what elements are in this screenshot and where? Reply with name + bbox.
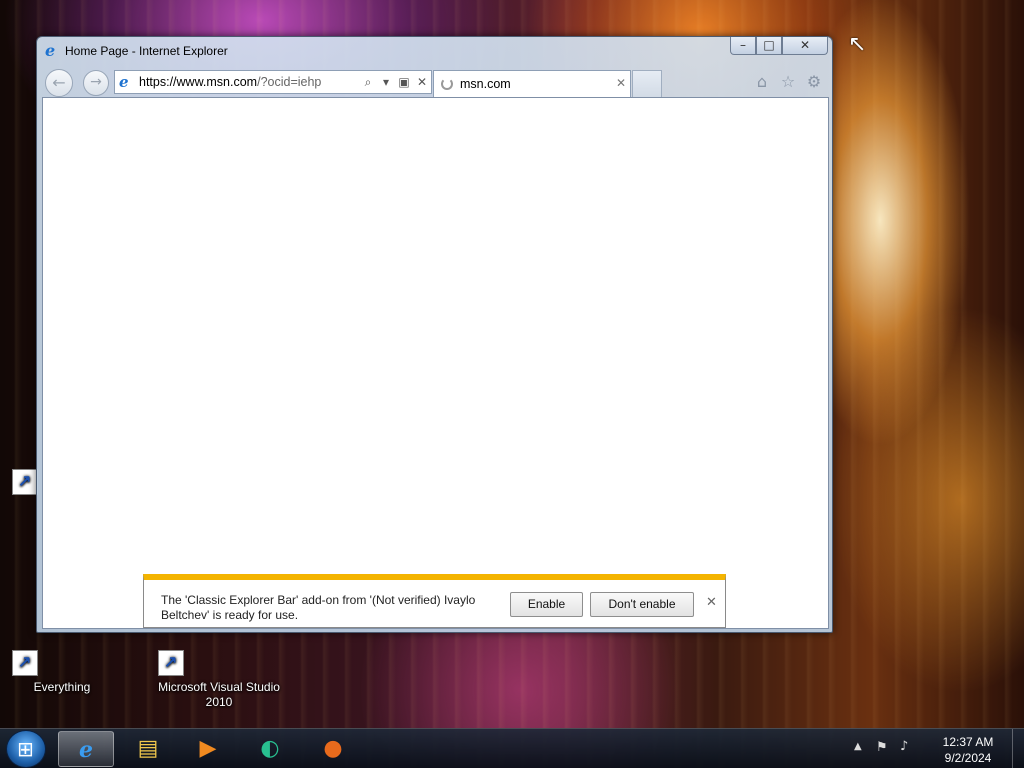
taskbar-globe-app[interactable]: ◐ (242, 731, 298, 767)
mouse-cursor-icon: ↖ (848, 32, 867, 57)
taskbar-windows-explorer[interactable]: ▤ (120, 731, 176, 767)
address-url[interactable]: https://www.msn.com/?ocid=iehp (139, 75, 321, 89)
address-actions: ⌕ ▾ ▣ ✕ (361, 74, 429, 90)
new-tab-button[interactable] (632, 70, 662, 97)
enable-button[interactable]: Enable (510, 592, 583, 617)
taskbar-firefox[interactable]: ● (305, 731, 361, 767)
dont-enable-button[interactable]: Don't enable (590, 592, 694, 617)
command-icons: ⌂ ☆ ⚙ (752, 72, 824, 92)
navigation-bar: ← → e https://www.msn.com/?ocid=iehp ⌕ ▾… (43, 67, 826, 97)
tab-close-icon[interactable]: ✕ (616, 76, 626, 90)
forward-button[interactable]: → (83, 70, 109, 96)
page-content[interactable] (42, 97, 829, 629)
url-query: /?ocid=iehp (257, 75, 322, 89)
taskbar-media-player[interactable]: ▶ (180, 731, 236, 767)
close-button[interactable]: ✕ (782, 37, 828, 55)
window-controls: – □ ✕ (730, 37, 828, 55)
stop-icon[interactable]: ✕ (415, 74, 429, 90)
system-tray: ▲ ⚑ ♪ 12:37 AM 9/2/2024 (854, 729, 1024, 768)
lock-icon[interactable]: ▣ (397, 74, 411, 90)
show-desktop-button[interactable] (1012, 729, 1024, 768)
taskbar-internet-explorer[interactable]: e (58, 731, 114, 767)
internet-explorer-window: e Home Page - Internet Explorer – □ ✕ ← … (36, 36, 833, 633)
clock[interactable]: 12:37 AM 9/2/2024 (928, 734, 1008, 766)
favorites-star-icon[interactable]: ☆ (778, 72, 798, 92)
desktop-icon-everything[interactable]: Everything (12, 650, 132, 694)
back-button[interactable]: ← (45, 69, 73, 97)
maximize-button[interactable]: □ (756, 37, 782, 55)
minimize-button[interactable]: – (730, 37, 756, 55)
address-bar[interactable]: e https://www.msn.com/?ocid=iehp ⌕ ▾ ▣ ✕ (114, 70, 432, 94)
title-bar[interactable]: e Home Page - Internet Explorer – □ ✕ (37, 37, 832, 67)
volume-muted-icon[interactable]: ♪ (900, 739, 908, 754)
url-host: https://www.msn.com (139, 75, 258, 89)
tools-gear-icon[interactable]: ⚙ (804, 72, 824, 92)
desktop-icon-label: Everything (33, 680, 91, 694)
notification-message: The 'Classic Explorer Bar' add-on from '… (161, 593, 476, 622)
shortcut-arrow-icon (158, 650, 184, 676)
desktop-icon-label: Microsoft Visual Studio 2010 (158, 680, 280, 709)
addon-notification-bar: The 'Classic Explorer Bar' add-on from '… (143, 574, 726, 628)
home-icon[interactable]: ⌂ (752, 72, 772, 92)
tab-msn[interactable]: msn.com ✕ (433, 70, 631, 97)
start-button[interactable] (6, 730, 46, 768)
taskbar: e ▤ ▶ ◐ ● ▲ ⚑ ♪ 12:37 AM 9/2/2024 (0, 728, 1024, 768)
desktop-icon-visual-studio[interactable]: Microsoft Visual Studio 2010 (150, 650, 290, 709)
clock-date: 9/2/2024 (944, 751, 992, 765)
search-icon[interactable]: ⌕ (361, 74, 375, 90)
site-favicon-icon: e (119, 73, 129, 91)
shortcut-arrow-icon (12, 469, 38, 495)
ie-logo-icon: e (45, 41, 56, 60)
desktop-icon-partial[interactable] (12, 469, 38, 498)
dropdown-arrow-icon[interactable]: ▾ (379, 74, 393, 90)
show-hidden-icons-icon[interactable]: ▲ (854, 741, 862, 752)
shortcut-arrow-icon (12, 650, 38, 676)
window-title: Home Page - Internet Explorer (65, 44, 228, 58)
clock-time: 12:37 AM (942, 735, 994, 749)
notification-close-icon[interactable]: ✕ (706, 595, 717, 610)
loading-spinner-icon (441, 78, 453, 90)
action-center-flag-icon[interactable]: ⚑ (876, 740, 888, 755)
tab-title: msn.com (460, 77, 511, 91)
